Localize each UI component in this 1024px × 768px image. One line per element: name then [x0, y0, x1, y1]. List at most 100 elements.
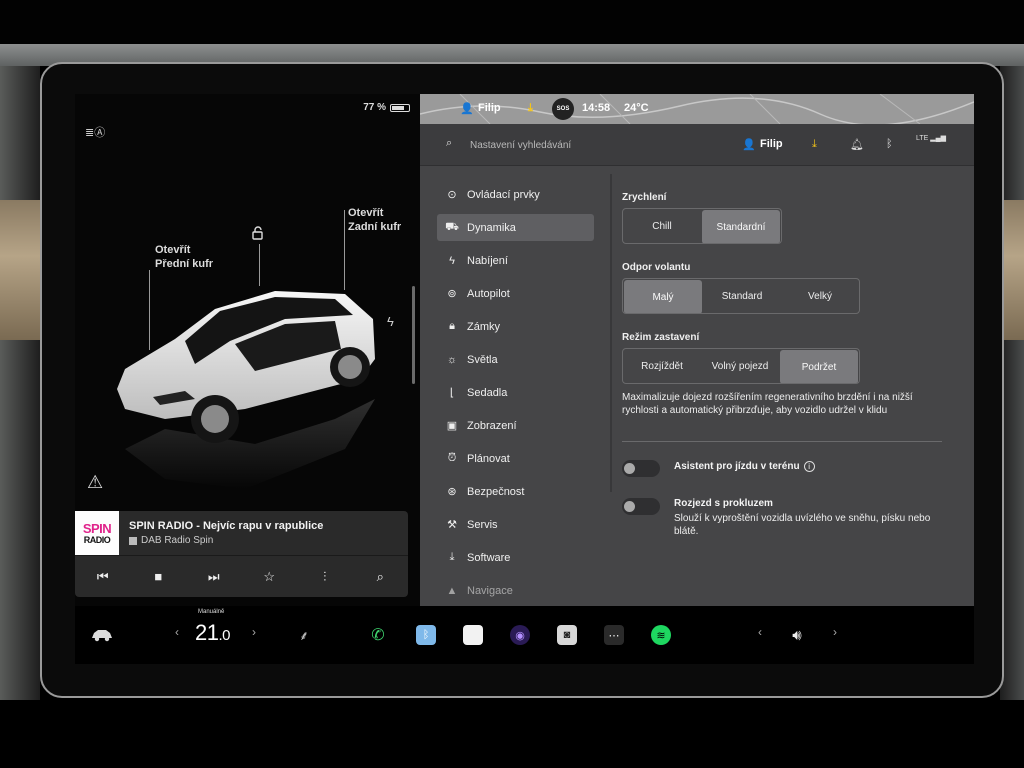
download-icon[interactable]: ⤓ — [812, 138, 817, 151]
toggle-icon: ⊙ — [447, 189, 457, 201]
nav-item-ovladaci-prvky[interactable]: ⊙ Ovládací prvky — [437, 181, 594, 208]
rear-trunk-button[interactable]: Otevřít Zadní kufr — [348, 206, 401, 234]
nav-item-svetla[interactable]: ☼ Světla — [437, 346, 594, 373]
warning-icon[interactable]: ⚠ — [87, 472, 103, 493]
navigation-icon: ▲ — [446, 584, 458, 597]
radio-source-icon — [129, 536, 137, 545]
user-icon[interactable]: 👤 — [742, 138, 756, 151]
car-render — [117, 291, 375, 489]
bell-icon[interactable]: 🔔︎ — [850, 138, 864, 151]
volume-down-chevron-icon[interactable]: ‹ — [758, 625, 762, 639]
media-player: SPIN RADIO SPIN RADIO - Nejvíc rapu v ra… — [75, 511, 408, 597]
unlock-icon[interactable] — [251, 226, 265, 243]
sos-button[interactable]: SOS — [552, 98, 574, 120]
nav-item-label: Bezpečnost — [467, 485, 525, 498]
media-search-icon[interactable]: ⌕ — [365, 569, 395, 585]
nav-item-software[interactable]: ⤓ Software — [437, 544, 594, 571]
notes-app-icon[interactable] — [462, 622, 484, 648]
offroad-assist-toggle[interactable] — [622, 460, 660, 477]
acceleration-selector: Chill Standardní — [622, 208, 782, 244]
nav-item-label: Nabíjení — [467, 254, 508, 267]
nav-item-nabijeni[interactable]: ϟ Nabíjení — [437, 247, 594, 274]
dashcam-app-icon[interactable]: ◙ — [556, 622, 578, 648]
car-view-scrollbar[interactable] — [412, 286, 415, 384]
signal-label: LTE — [916, 135, 929, 142]
bottom-dock: ‹ Manuálně 21.0 › ⸙ ✆ ᛒ ◉ ◙ ⋯ ≋ ‹ 🔊︎ › — [75, 606, 974, 664]
rear-trunk-line — [344, 210, 345, 290]
nav-item-autopilot[interactable]: ⊚ Autopilot — [437, 280, 594, 307]
previous-track-icon[interactable]: ⏮ — [88, 569, 118, 585]
equalizer-icon[interactable]: ⫶ — [310, 569, 340, 585]
steering-option-light[interactable]: Malý — [624, 280, 702, 313]
steering-option-heavy[interactable]: Velký — [781, 279, 859, 313]
next-track-icon[interactable]: ⏭ — [199, 569, 229, 585]
search-icon: ⌕ — [446, 137, 453, 149]
nav-item-servis[interactable]: ⚒ Servis — [437, 511, 594, 538]
car-view-panel: 77 % ≣Ⓐ Otevřít Přední kufr Otevřít Zadn… — [75, 94, 420, 606]
seat-icon: ⌊ — [449, 387, 455, 399]
temp-down-chevron-icon[interactable]: ‹ — [175, 625, 179, 639]
logo-text-top: SPIN — [82, 520, 112, 536]
more-apps-icon[interactable]: ⋯ — [603, 622, 625, 648]
steering-label: Odpor volantu — [622, 262, 691, 273]
cabin-temperature[interactable]: 21.0 — [195, 620, 230, 646]
stopping-option-roll[interactable]: Volný pojezd — [701, 349, 779, 383]
spotify-icon[interactable]: ≋ — [650, 622, 672, 648]
display-icon: ▣ — [446, 420, 458, 432]
nav-item-label: Zámky — [467, 320, 500, 333]
volume-up-chevron-icon[interactable]: › — [833, 625, 837, 639]
seat-heater-icon[interactable]: ⸙ — [293, 622, 315, 648]
station-logo: SPIN RADIO — [75, 511, 119, 555]
camera-app-icon[interactable]: ◉ — [509, 622, 531, 648]
acceleration-option-chill[interactable]: Chill — [623, 209, 701, 243]
settings-search-input[interactable] — [470, 135, 690, 155]
section-divider — [622, 441, 942, 442]
slip-start-description: Slouží k vyproštění vozidla uvízlého ve … — [674, 513, 931, 537]
lock-icon: 🔒︎ — [449, 320, 455, 332]
phone-icon[interactable]: ✆ — [367, 622, 389, 648]
sun-icon: ☼ — [446, 353, 458, 366]
steering-wheel-icon: ⊚ — [447, 288, 457, 300]
nav-item-zobrazeni[interactable]: ▣ Zobrazení — [437, 412, 594, 439]
climate-mode: Manuálně — [198, 609, 225, 615]
media-info: SPIN RADIO - Nejvíc rapu v rapublice DAB… — [119, 520, 323, 546]
nav-item-sedadla[interactable]: ⌊ Sedadla — [437, 379, 594, 406]
nav-item-planovat[interactable]: ⏰︎ Plánovat — [437, 445, 594, 472]
bluetooth-icon[interactable]: ᛒ — [886, 138, 893, 150]
charge-port-icon[interactable]: ϟ — [387, 314, 394, 329]
front-trunk-button[interactable]: Otevřít Přední kufr — [155, 243, 213, 271]
nav-item-dynamika[interactable]: ⛟ Dynamika — [437, 214, 594, 241]
steering-option-standard[interactable]: Standard — [703, 279, 781, 313]
car-icon[interactable] — [89, 622, 115, 648]
temp-up-chevron-icon[interactable]: › — [252, 625, 256, 639]
logo-text-bottom: RADIO — [83, 534, 111, 545]
nav-item-label: Sedadla — [467, 386, 508, 399]
nav-item-bezpecnost[interactable]: ⊛ Bezpečnost — [437, 478, 594, 505]
stop-icon[interactable]: ■ — [143, 569, 173, 584]
temperature-int: 21 — [195, 620, 219, 645]
now-playing[interactable]: SPIN RADIO SPIN RADIO - Nejvíc rapu v ra… — [75, 511, 408, 555]
lte-signal-icon: LTE ▂▄▆ — [916, 135, 946, 142]
nav-item-zamky[interactable]: 🔒︎ Zámky — [437, 313, 594, 340]
steering-selector: Malý Standard Velký — [622, 278, 860, 314]
bluetooth-app-icon[interactable]: ᛒ — [415, 622, 437, 648]
slip-start-toggle[interactable] — [622, 498, 660, 515]
dashboard-bottom — [0, 700, 1024, 768]
nav-item-label: Autopilot — [467, 287, 510, 300]
status-temperature: 24°C — [624, 102, 649, 114]
alarm-clock-icon: ⏰︎ — [447, 452, 457, 464]
auto-headlights-icon[interactable]: ≣Ⓐ — [85, 124, 105, 140]
acceleration-option-standard[interactable]: Standardní — [702, 210, 780, 243]
front-trunk-label: Přední kufr — [155, 258, 214, 270]
settings-nav: ⊙ Ovládací prvky ⛟ Dynamika ϟ Nabíjení ⊚ Autopi… — [420, 166, 610, 606]
status-user-icon: 👤 — [460, 103, 474, 115]
nav-item-navigace[interactable]: ▲ Navigace — [437, 577, 594, 604]
volume-icon[interactable]: 🔊︎ — [783, 622, 811, 648]
header-user[interactable]: Filip — [760, 138, 783, 150]
nav-item-label: Zobrazení — [467, 419, 517, 432]
stopping-option-creep[interactable]: Rozjíždět — [623, 349, 701, 383]
info-icon[interactable]: i — [803, 461, 815, 472]
favorite-star-icon[interactable]: ☆ — [254, 569, 284, 585]
rear-trunk-action: Otevřít — [348, 207, 384, 219]
stopping-option-hold[interactable]: Podržet — [780, 350, 858, 383]
